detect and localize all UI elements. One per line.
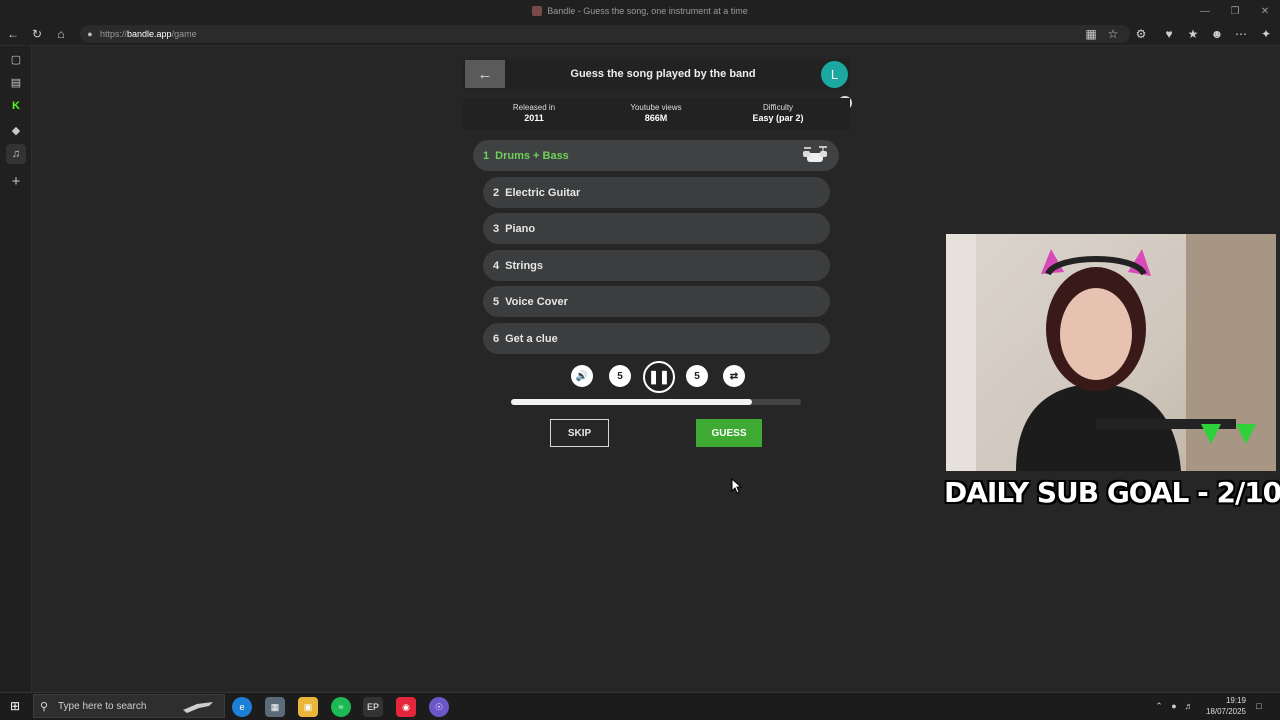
back-button[interactable]: ←	[465, 60, 505, 88]
add-icon[interactable]: +	[6, 171, 26, 191]
address-bar[interactable]	[80, 25, 1130, 43]
loop-toggle-icon[interactable]: ⇄	[723, 365, 745, 387]
profile-icon[interactable]: ☻	[1207, 24, 1227, 44]
obs-icon[interactable]: ☉	[429, 697, 449, 717]
extensions-icon[interactable]: ⚙	[1131, 24, 1151, 44]
window-title-text: Bandle - Guess the song, one instrument …	[547, 6, 748, 16]
microphone-icon[interactable]: ●	[1168, 699, 1180, 713]
spotify-icon[interactable]: ≈	[331, 697, 351, 717]
pause-icon: ❚❚	[648, 369, 670, 384]
kick-icon[interactable]: K	[6, 96, 26, 116]
clue-electric-guitar[interactable]: 2 Electric Guitar	[483, 177, 830, 208]
browser-sidebar	[0, 46, 32, 692]
lock-icon[interactable]: ●	[84, 25, 96, 43]
task-view-icon[interactable]: ▦	[265, 697, 285, 717]
file-explorer-icon[interactable]: ▣	[298, 697, 318, 717]
page-title: Guess the song played by the band	[570, 68, 756, 80]
search-icon: ⚲	[40, 700, 49, 713]
volume-icon[interactable]: 🔊	[571, 365, 593, 387]
audio-icon[interactable]: ♫	[6, 144, 26, 164]
search-highlight-icon[interactable]	[178, 697, 220, 717]
clue-strings[interactable]: 4 Strings	[483, 250, 830, 281]
copilot-icon[interactable]: ✦	[1256, 24, 1276, 44]
avatar[interactable]: L	[821, 61, 848, 88]
clue-drums-bass[interactable]: 1 Drums + Bass	[473, 140, 839, 171]
forward-5-button[interactable]: 5	[686, 365, 708, 387]
search-input[interactable]	[58, 695, 178, 717]
extension-icon[interactable]: ◆	[6, 120, 26, 140]
browser-essentials-icon[interactable]: ♥	[1159, 24, 1179, 44]
epic-games-icon[interactable]: EP	[363, 697, 383, 717]
sub-goal-overlay: DAILY SUB GOAL - 2/10	[944, 476, 1280, 509]
site-favicon-icon	[532, 6, 543, 16]
playback-progress-fill	[511, 399, 752, 405]
clue-get-a-clue[interactable]: 6 Get a clue	[483, 323, 830, 354]
clue-voice-cover[interactable]: 5 Voice Cover	[483, 286, 830, 317]
favorites-icon[interactable]: ★	[1183, 24, 1203, 44]
guess-button[interactable]: GUESS	[696, 419, 762, 447]
taskbar-clock[interactable]: 19:19 18/07/2025	[1196, 695, 1246, 717]
back-arrow-icon[interactable]: ←	[3, 24, 23, 44]
refresh-icon[interactable]: ↻	[27, 24, 47, 44]
mouse-cursor-icon	[731, 477, 743, 499]
windows-start-icon[interactable]: ⊞	[4, 696, 26, 716]
notifications-icon[interactable]: □	[1253, 699, 1265, 713]
skip-button[interactable]: SKIP	[550, 419, 609, 447]
arrow-left-icon: ←	[477, 65, 493, 83]
window-title: Bandle - Guess the song, one instrument …	[0, 0, 1280, 22]
webcam-feed	[946, 234, 1276, 471]
minimize-icon[interactable]: —	[1190, 0, 1220, 22]
clue-piano[interactable]: 3 Piano	[483, 213, 830, 244]
app-available-icon[interactable]: ▦	[1081, 24, 1101, 44]
stat-views: Youtube views 866M	[630, 103, 682, 123]
restore-icon[interactable]: ❐	[1220, 0, 1250, 22]
drum-kit-icon	[800, 145, 830, 165]
tray-chevron-up-icon[interactable]: ⌃	[1153, 699, 1165, 713]
url-text[interactable]: https://bandle.app/game	[100, 25, 197, 43]
collections-icon[interactable]: ▤	[6, 72, 26, 92]
pause-button[interactable]: ❚❚	[643, 361, 675, 393]
home-icon[interactable]: ⌂	[51, 24, 71, 44]
close-icon[interactable]: ✕	[1250, 0, 1280, 22]
speaker-icon[interactable]: ♬	[1183, 699, 1195, 713]
more-menu-icon[interactable]: ⋯	[1231, 24, 1251, 44]
streaming-app-icon[interactable]: ◉	[396, 697, 416, 717]
tab-actions-icon[interactable]: ▢	[6, 49, 26, 69]
edge-browser-icon[interactable]: e	[232, 697, 252, 717]
rewind-5-button[interactable]: 5	[609, 365, 631, 387]
favorite-star-icon[interactable]: ☆	[1103, 24, 1123, 44]
stat-difficulty: Difficulty Easy (par 2)	[752, 103, 804, 123]
stat-released: Released in 2011	[512, 103, 556, 123]
